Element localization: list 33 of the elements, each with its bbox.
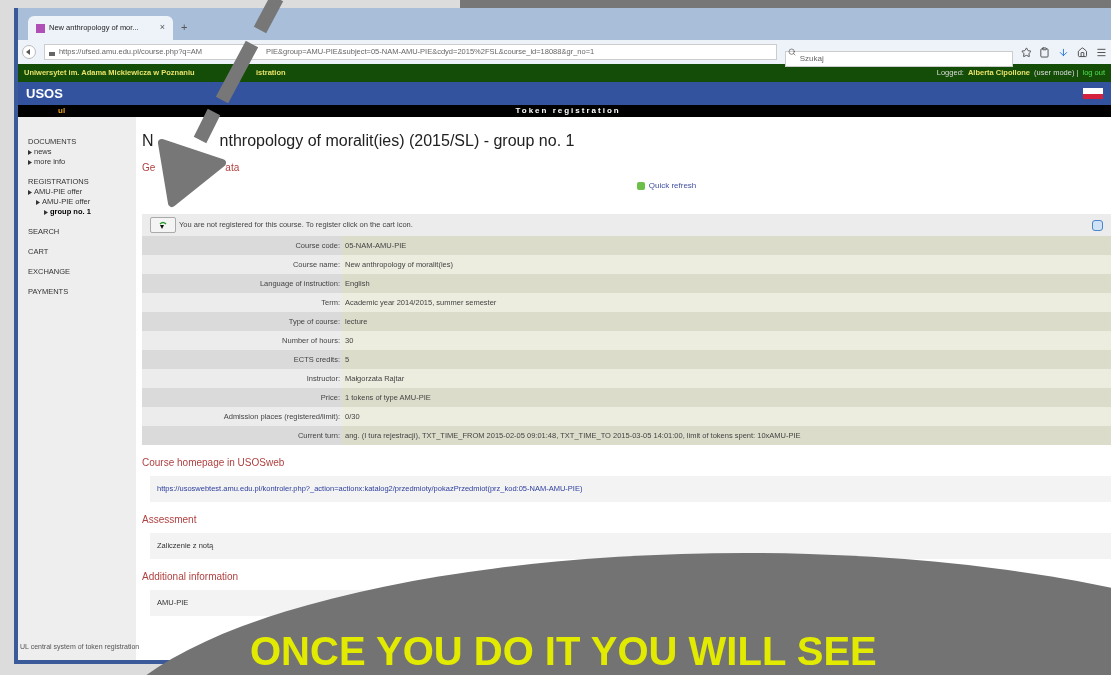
- course-title: nthropology of moralit(ies) (2015/SL) - group no. 1: [219, 131, 575, 151]
- course-title: N: [142, 131, 154, 151]
- search-icon: [787, 48, 796, 56]
- sub-logo: ul: [58, 105, 66, 117]
- tab-close[interactable]: ×: [159, 21, 165, 35]
- download-icon[interactable]: [1058, 46, 1070, 58]
- bullet-icon: [36, 199, 40, 205]
- section-heading: Ge: [142, 161, 156, 175]
- star-icon[interactable]: [1020, 46, 1032, 58]
- section-heading: ata: [225, 161, 240, 175]
- bullet-icon: [28, 149, 32, 155]
- callout-text: ONCE YOU DO IT YOU WILL SEE: [250, 631, 877, 671]
- clipboard-icon[interactable]: [1039, 46, 1051, 58]
- bullet-icon: [44, 209, 48, 215]
- quick-refresh-link[interactable]: Quick refresh: [636, 180, 697, 192]
- section-heading: Assessment: [142, 513, 198, 527]
- bullet-icon: [28, 159, 32, 165]
- section-heading: Additional information: [142, 570, 240, 584]
- favicon-icon: [36, 23, 45, 33]
- menu-icon[interactable]: [1096, 46, 1107, 58]
- back-icon[interactable]: [22, 45, 36, 59]
- print-icon[interactable]: [1092, 219, 1103, 231]
- bullet-icon: [28, 189, 32, 195]
- polish-flag-icon[interactable]: [1083, 88, 1103, 99]
- section-heading: Course homepage in USOSweb: [142, 456, 286, 470]
- refresh-icon: [636, 182, 645, 190]
- usos-logo: USOS: [26, 84, 63, 103]
- search-field[interactable]: Szukaj: [784, 50, 1013, 67]
- new-tab-button[interactable]: +: [181, 18, 188, 35]
- page-header-title: Token registration: [514, 105, 622, 117]
- cart-arrow-icon: [158, 220, 168, 230]
- cart-button[interactable]: [150, 217, 176, 233]
- home-icon[interactable]: [1077, 46, 1089, 58]
